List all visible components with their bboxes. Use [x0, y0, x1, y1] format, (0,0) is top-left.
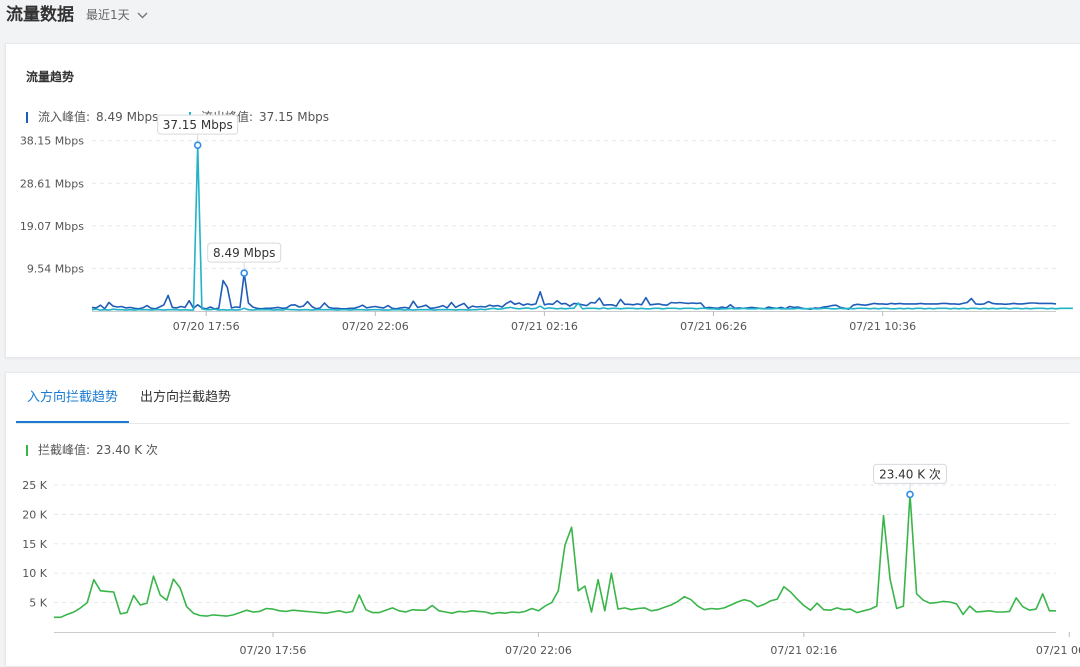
page-title: 流量数据: [6, 5, 74, 25]
y-tick-label: 15 K: [22, 538, 47, 551]
block-trend-chart[interactable]: 25 K 20 K 15 K 10 K 5 K 07/20 17:56 07/20 22:0…: [6, 373, 1080, 666]
y-tick-label: 38.15 Mbps: [20, 135, 84, 148]
y-tick-label: 9.54 Mbps: [27, 262, 84, 275]
x-tick-label: 07/20 22:06: [342, 320, 409, 333]
time-range-select[interactable]: 最近1天: [86, 6, 149, 24]
traffic-trend-card: 流量趋势 流入峰值: 8.49 Mbps 流出峰值: 37.15 Mbps 38…: [5, 43, 1080, 358]
x-tick-label: 07/21 10:36: [849, 320, 916, 333]
y-tick-label: 20 K: [22, 508, 47, 521]
page-header: 流量数据 最近1天: [0, 0, 1080, 40]
x-tick-label: 07/20 22:06: [505, 644, 572, 657]
chevron-down-icon: [137, 12, 148, 18]
series-line: [91, 272, 1057, 311]
peak-point: [906, 490, 914, 499]
x-tick-label: 07/21 06:26: [1036, 644, 1080, 657]
x-tick-label: 07/21 06:26: [680, 320, 747, 333]
peak-label-text: 23.40 K 次: [879, 467, 941, 481]
series-0: [54, 493, 1056, 619]
series-line: [91, 144, 1073, 311]
y-tick-label: 25 K: [22, 479, 47, 492]
time-range-value: 最近1天: [86, 8, 130, 22]
x-tick-label: 07/20 17:56: [240, 644, 307, 657]
y-tick-label: 28.61 Mbps: [20, 177, 84, 190]
series-0: [91, 272, 1057, 311]
y-tick-label: 5 K: [29, 597, 47, 610]
x-tick-label: 07/21 02:16: [511, 320, 578, 333]
y-tick-label: 19.07 Mbps: [20, 220, 84, 233]
peak-label-text: 37.15 Mbps: [163, 118, 233, 132]
series-line: [54, 493, 1056, 619]
block-trend-card: 入方向拦截趋势 出方向拦截趋势 拦截峰值: 23.40 K 次 25 K 20 K…: [5, 372, 1080, 667]
series-1: [91, 144, 1073, 311]
peak-point: [240, 269, 249, 277]
traffic-trend-chart[interactable]: 38.15 Mbps 28.61 Mbps 19.07 Mbps 9.54 Mbps 0…: [6, 44, 1080, 357]
x-tick-label: 07/21 02:16: [770, 644, 837, 657]
x-tick-label: 07/20 17:56: [173, 320, 240, 333]
peak-point: [193, 141, 202, 149]
peak-label-text: 8.49 Mbps: [213, 246, 275, 260]
y-tick-label: 10 K: [22, 567, 47, 580]
